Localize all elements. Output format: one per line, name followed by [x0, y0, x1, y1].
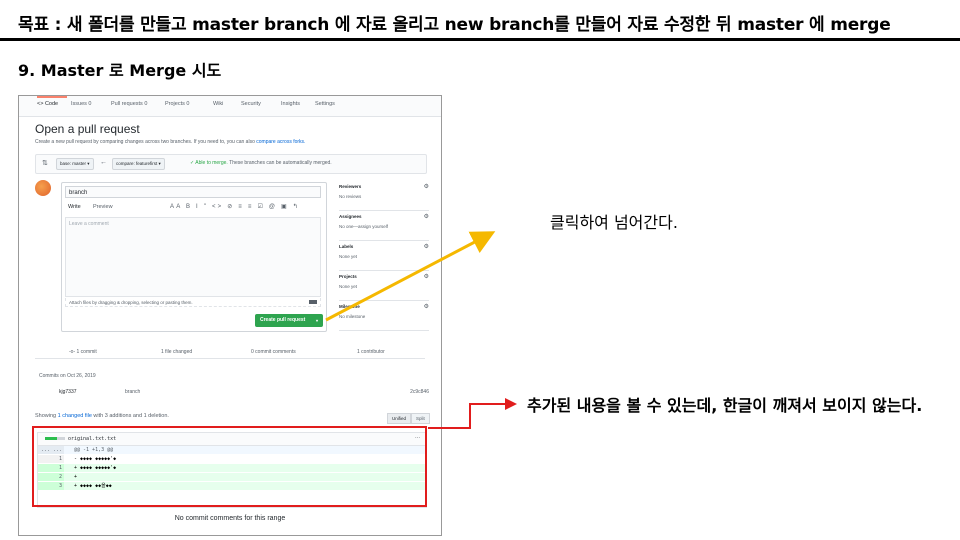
yellow-arrow	[325, 231, 496, 322]
red-arrow	[428, 398, 517, 429]
click-annotation: 클릭하여 넘어간다.	[550, 213, 678, 232]
broken-korean-annotation: 추가된 내용을 볼 수 있는데, 한글이 깨져서 보이지 않는다.	[527, 396, 923, 415]
annotation-arrows	[325, 231, 517, 429]
